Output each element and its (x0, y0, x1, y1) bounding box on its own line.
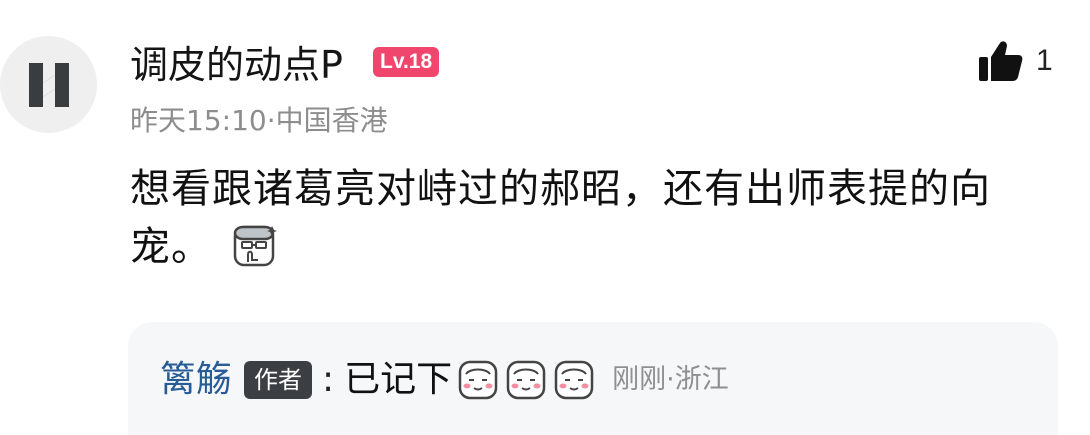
avatar[interactable] (0, 36, 97, 133)
like-count: 1 (1036, 44, 1053, 77)
reply-box[interactable]: 篱觞 作者 : 已记下 刚刚·浙江 (128, 322, 1058, 435)
logo-avatar-icon (28, 62, 69, 107)
comment-content: 想看跟诸葛亮对峙过的郝昭，还有出师表提的向宠。 (130, 160, 1050, 276)
thumbs-up-icon (979, 41, 1023, 81)
sticker-face-icon (458, 360, 498, 400)
reply-meta: 刚刚·浙江 (612, 364, 729, 395)
reply-text: 已记下 (344, 359, 453, 400)
sticker-face-icon (554, 360, 594, 400)
level-badge: Lv.18 (373, 47, 440, 77)
comment-meta: 昨天15:10·中国香港 (130, 104, 388, 137)
username[interactable]: 调皮的动点P (130, 42, 343, 88)
sticker-face-icon (506, 360, 546, 400)
reply-line: 篱觞 作者 : 已记下 刚刚·浙江 (160, 356, 729, 404)
reply-author-name[interactable]: 篱觞 (160, 358, 232, 402)
like-button[interactable] (978, 40, 1023, 82)
author-badge: 作者 (244, 361, 313, 399)
sticker-emoji-icon (233, 225, 277, 267)
reply-colon: : (322, 359, 335, 400)
